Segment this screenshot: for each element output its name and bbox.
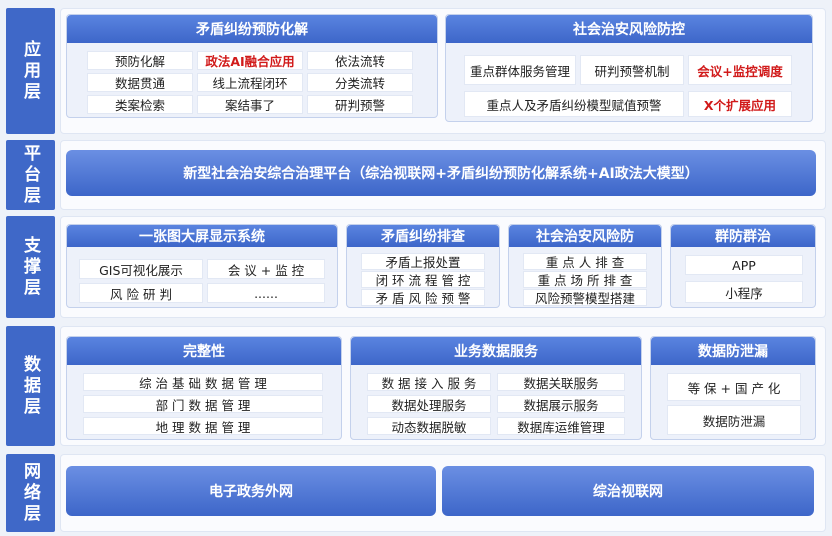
cell-classified-domestic: 等 保 + 国 产 化	[667, 373, 801, 401]
panel-integrity: 完整性 综 治 基 础 数 据 管 理 部 门 数 据 管 理 地 理 数 据 …	[66, 336, 342, 440]
cell-category-transfer: 分类流转	[307, 73, 413, 92]
cell-data-connect: 数据贯通	[87, 73, 193, 92]
cell-data-processing: 数据处理服务	[367, 395, 491, 413]
cell-meeting-monitor-support: 会 议 + 监 控	[207, 259, 325, 279]
panel-social-risk: 社会治安风险防控 重点群体服务管理 研判预警机制 会议+监控调度 重点人及矛盾纠…	[445, 14, 813, 122]
cell-gis-display: GIS可视化展示	[79, 259, 203, 279]
cell-leak-prevention: 数据防泄漏	[667, 405, 801, 435]
cell-key-group-service: 重点群体服务管理	[464, 55, 576, 85]
cell-key-person-model: 重点人及矛盾纠纷模型赋值预警	[464, 91, 684, 117]
panel-business-data-title: 业务数据服务	[351, 337, 641, 365]
cell-key-person-check: 重 点 人 排 查	[523, 253, 647, 270]
platform-bar: 新型社会治安综合治理平台（综治视联网+矛盾纠纷预防化解系统+AI政法大模型）	[66, 150, 816, 196]
cell-data-display: 数据展示服务	[497, 395, 625, 413]
network-gov-extranet: 电子政务外网	[66, 466, 436, 516]
panel-big-screen: 一张图大屏显示系统 GIS可视化展示 会 议 + 监 控 风 险 研 判 ...…	[66, 224, 338, 308]
cell-ellipsis: ......	[207, 283, 325, 303]
panel-dispute-prevention: 矛盾纠纷预防化解 预防化解 政法AI融合应用 依法流转 数据贯通 线上流程闭环 …	[66, 14, 438, 118]
cell-ai-integration: 政法AI融合应用	[197, 51, 303, 70]
panel-data-leak: 数据防泄漏 等 保 + 国 产 化 数据防泄漏	[650, 336, 816, 440]
panel-mass-prevention: 群防群治 APP 小程序	[670, 224, 816, 308]
cell-report-handle: 矛盾上报处置	[361, 253, 485, 270]
panel-risk-prevent-title: 社会治安风险防	[509, 225, 661, 247]
panel-integrity-title: 完整性	[67, 337, 341, 365]
cell-case-closed: 案结事了	[197, 95, 303, 114]
cell-db-ops: 数据库运维管理	[497, 417, 625, 435]
cell-legal-transfer: 依法流转	[307, 51, 413, 70]
cell-meeting-monitor: 会议+监控调度	[688, 55, 792, 85]
cell-risk-analysis: 风 险 研 判	[79, 283, 203, 303]
cell-analysis-mechanism: 研判预警机制	[580, 55, 684, 85]
cell-department-data-mgmt: 部 门 数 据 管 理	[83, 395, 323, 413]
cell-data-relation: 数据关联服务	[497, 373, 625, 391]
layer-label-application: 应用层	[6, 8, 55, 134]
panel-dispute-prevention-title: 矛盾纠纷预防化解	[67, 15, 437, 43]
layer-label-support: 支撑层	[6, 216, 55, 318]
cell-dispute-risk-warning: 矛 盾 风 险 预 警	[361, 289, 485, 306]
cell-x-extension: X个扩展应用	[688, 91, 792, 117]
panel-mass-prevention-title: 群防群治	[671, 225, 815, 247]
cell-loop-control: 闭 环 流 程 管 控	[361, 271, 485, 288]
layer-label-platform: 平台层	[6, 140, 55, 210]
cell-data-masking: 动态数据脱敏	[367, 417, 491, 435]
cell-analysis-warning: 研判预警	[307, 95, 413, 114]
network-video-network: 综治视联网	[442, 466, 814, 516]
cell-warning-model-build: 风险预警模型搭建	[523, 289, 647, 306]
panel-data-leak-title: 数据防泄漏	[651, 337, 815, 365]
panel-big-screen-title: 一张图大屏显示系统	[67, 225, 337, 247]
cell-prevention-resolution: 预防化解	[87, 51, 193, 70]
layer-label-network: 网络层	[6, 454, 55, 532]
cell-geo-data-mgmt: 地 理 数 据 管 理	[83, 417, 323, 435]
panel-dispute-check-title: 矛盾纠纷排查	[347, 225, 499, 247]
panel-risk-prevent: 社会治安风险防 重 点 人 排 查 重 点 场 所 排 查 风险预警模型搭建	[508, 224, 662, 308]
cell-case-search: 类案检索	[87, 95, 193, 114]
cell-base-data-mgmt: 综 治 基 础 数 据 管 理	[83, 373, 323, 391]
panel-social-risk-title: 社会治安风险防控	[446, 15, 812, 43]
layer-label-data: 数据层	[6, 326, 55, 446]
cell-mini-program: 小程序	[685, 281, 803, 303]
cell-key-place-check: 重 点 场 所 排 查	[523, 271, 647, 288]
cell-data-access: 数 据 接 入 服 务	[367, 373, 491, 391]
panel-dispute-check: 矛盾纠纷排查 矛盾上报处置 闭 环 流 程 管 控 矛 盾 风 险 预 警	[346, 224, 500, 308]
panel-business-data: 业务数据服务 数 据 接 入 服 务 数据关联服务 数据处理服务 数据展示服务 …	[350, 336, 642, 440]
cell-app: APP	[685, 255, 803, 275]
cell-online-loop: 线上流程闭环	[197, 73, 303, 92]
